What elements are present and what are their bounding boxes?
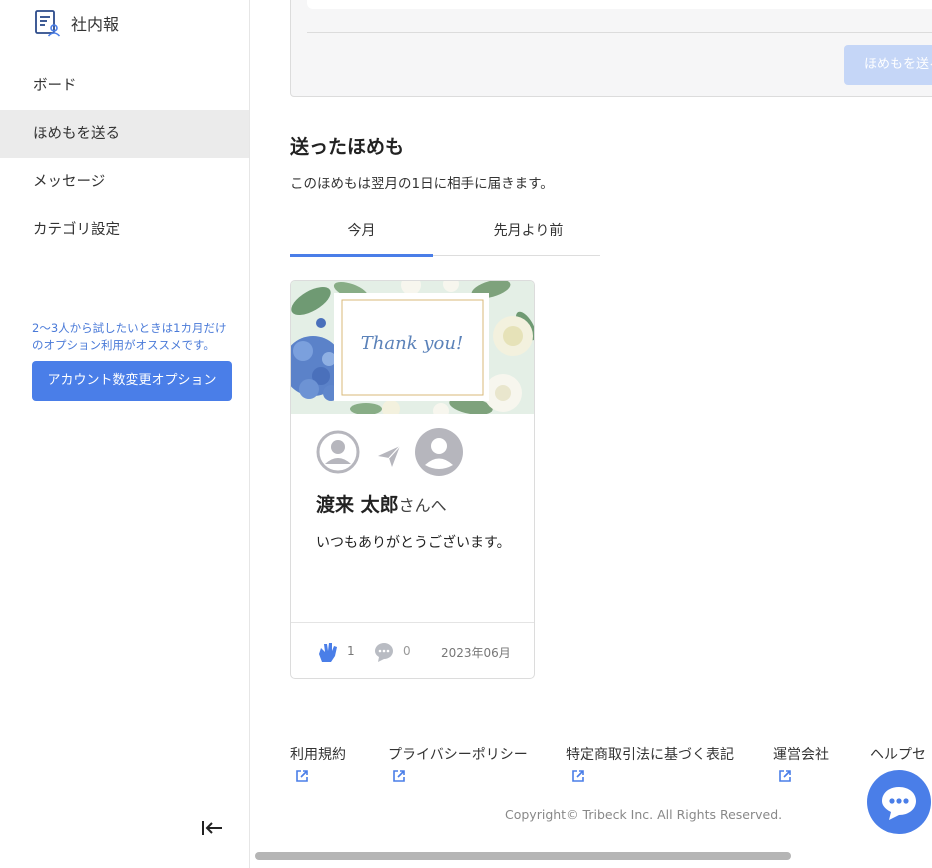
horizontal-scrollbar[interactable] <box>255 852 791 860</box>
external-link-icon[interactable] <box>392 769 406 783</box>
account-option-button[interactable]: アカウント数変更オプション <box>32 361 232 401</box>
thank-you-illustration: Thank you! <box>291 281 534 414</box>
section-description: このほめもは翌月の1日に相手に届きます。 <box>290 176 554 192</box>
thank-you-image: Thank you! <box>291 281 534 414</box>
card-date: 2023年06月 <box>441 646 511 660</box>
chat-button[interactable] <box>867 770 931 834</box>
homemo-card[interactable]: Thank you! 渡来 太郎さんへ いつもありがとうございます。 1 0 2… <box>290 280 535 679</box>
recipient-avatar-icon <box>415 428 463 476</box>
card-footer: 1 0 2023年06月 <box>291 622 534 678</box>
sidebar-item-messages[interactable]: メッセージ <box>0 158 249 206</box>
external-link-icon[interactable] <box>295 769 309 783</box>
clap-count: 1 <box>347 644 355 658</box>
card-message: いつもありがとうございます。 <box>316 535 511 551</box>
thank-you-text: Thank you! <box>361 333 463 354</box>
recipient-name: 渡来 太郎 <box>316 494 399 516</box>
footer-link-privacy[interactable]: プライバシーポリシー <box>388 744 528 764</box>
sidebar: 社内報 ボード ほめもを送る メッセージ カテゴリ設定 2〜3人から試したいとき… <box>0 0 250 868</box>
copyright: Copyright© Tribeck Inc. All Rights Reser… <box>505 807 783 822</box>
form-divider <box>307 32 932 33</box>
tab-previous-months[interactable]: 先月より前 <box>457 212 600 256</box>
brand[interactable]: 社内報 <box>33 8 119 38</box>
message-textarea[interactable] <box>307 0 932 9</box>
section-title: 送ったほめも <box>290 136 405 158</box>
sidebar-item-send-homemo[interactable]: ほめもを送る <box>0 110 249 158</box>
comment-count: 0 <box>403 644 411 658</box>
footer-link-terms[interactable]: 利用規約 <box>290 744 346 764</box>
external-link-icon[interactable] <box>571 769 585 783</box>
tab-this-month[interactable]: 今月 <box>290 212 433 257</box>
recipient-line: 渡来 太郎さんへ <box>316 490 447 517</box>
sidebar-item-category-settings[interactable]: カテゴリ設定 <box>0 206 249 254</box>
collapse-sidebar-icon[interactable] <box>200 816 224 840</box>
comment-icon[interactable] <box>373 641 395 663</box>
sidebar-item-board[interactable]: ボード <box>0 62 249 110</box>
chat-icon <box>882 787 916 820</box>
external-link-icon[interactable] <box>778 769 792 783</box>
app-title: 社内報 <box>71 15 120 34</box>
footer-link-commerce[interactable]: 特定商取引法に基づく表記 <box>566 744 734 764</box>
clap-icon[interactable] <box>316 640 340 664</box>
footer-link-help[interactable]: ヘルプセ <box>870 744 926 764</box>
sender-avatar-icon <box>316 430 360 474</box>
tabs: 今月 先月より前 <box>290 212 600 257</box>
send-arrow-icon <box>378 445 401 467</box>
newsletter-icon <box>35 10 61 37</box>
sidebar-nav: ボード ほめもを送る メッセージ カテゴリ設定 <box>0 62 249 254</box>
promo-text: 2〜3人から試したいときは1カ月だけのオプション利用がオススメです。 <box>32 321 227 352</box>
footer-link-company[interactable]: 運営会社 <box>773 744 829 764</box>
send-homemo-button[interactable]: ほめもを送る <box>844 45 932 85</box>
send-form: ほめもを送る <box>290 0 932 97</box>
recipient-suffix: さんへ <box>398 496 447 515</box>
